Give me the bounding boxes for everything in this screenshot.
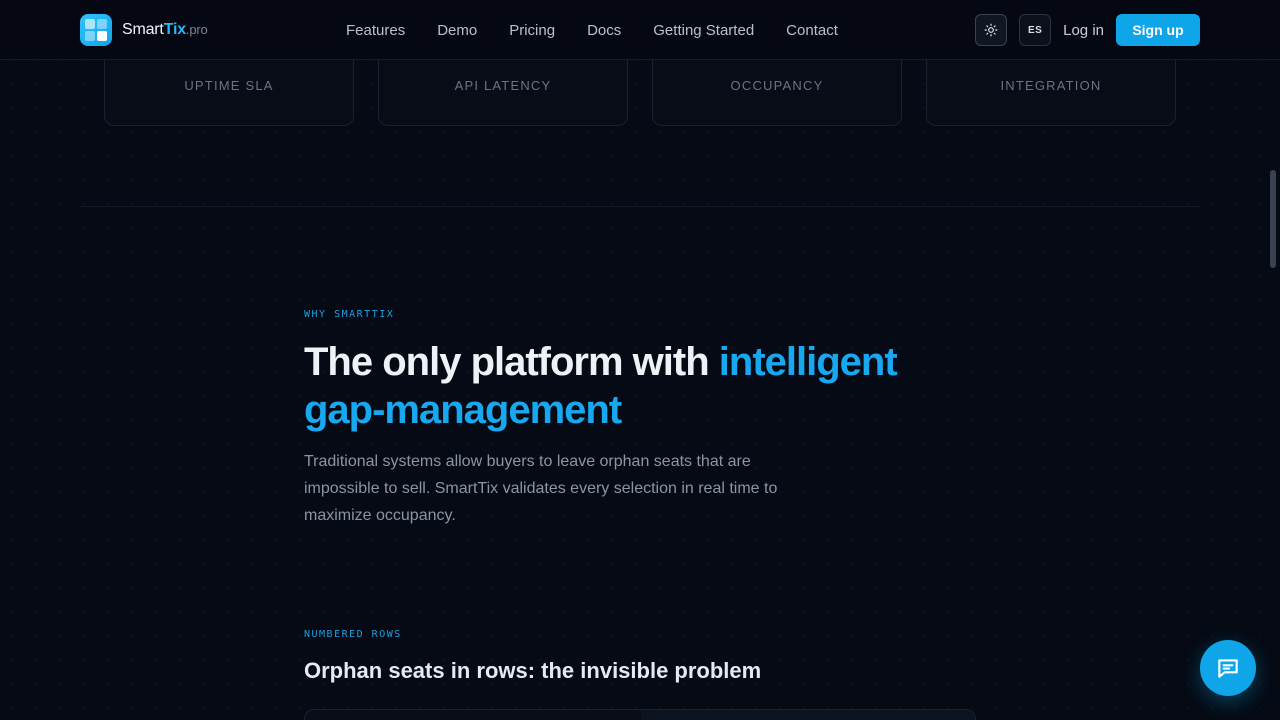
sun-icon [984,23,998,37]
language-toggle-button[interactable]: ES [1019,14,1052,46]
top-navbar: SmartTix.pro Features Demo Pricing Docs … [0,0,1280,60]
brand-name-suffix: .pro [185,22,208,37]
rows-demo-panel-right [641,710,975,720]
scrollbar-thumb[interactable] [1270,170,1276,268]
brand-name-main: Smart [122,21,164,38]
stat-label: INTEGRATION [1000,78,1102,93]
stat-label: API LATENCY [454,78,552,93]
rows-eyebrow: NUMBERED ROWS [304,629,402,640]
stat-label: OCCUPANCY [730,78,824,93]
stat-label: UPTIME SLA [184,78,274,93]
brand-name: SmartTix.pro [122,21,208,39]
headline-accent-1: intelligent [718,340,898,384]
nav-link-contact[interactable]: Contact [770,22,854,39]
why-headline: The only platform with intelligent gap-ma… [304,338,1004,434]
nav-link-demo[interactable]: Demo [421,22,493,39]
brand-name-highlight: Tix [163,21,186,38]
brand-logo-link[interactable]: SmartTix.pro [80,14,208,46]
headline-plain: The only platform with [304,340,719,384]
nav-link-docs[interactable]: Docs [571,22,637,39]
rows-demo-panel [304,709,976,720]
nav-link-pricing[interactable]: Pricing [493,22,571,39]
chat-button[interactable] [1200,640,1256,696]
signup-button[interactable]: Sign up [1116,14,1200,46]
header-actions: ES Log in Sign up [975,14,1200,46]
why-eyebrow: WHY SMARTTIX [304,309,395,320]
rows-title: Orphan seats in rows: the invisible prob… [304,658,762,683]
section-divider [80,206,1200,207]
theme-toggle-button[interactable] [975,14,1008,46]
app-grid-logo-icon [80,14,112,46]
main-nav: Features Demo Pricing Docs Getting Start… [330,0,854,60]
page-scrollbar[interactable] [1266,60,1280,720]
chat-bubble-icon [1218,659,1238,678]
why-lead-text: Traditional systems allow buyers to leav… [304,453,778,524]
nav-link-features[interactable]: Features [330,22,421,39]
login-link[interactable]: Log in [1063,22,1104,39]
nav-link-getting-started[interactable]: Getting Started [637,22,770,39]
headline-accent-2: gap-management [304,388,622,432]
